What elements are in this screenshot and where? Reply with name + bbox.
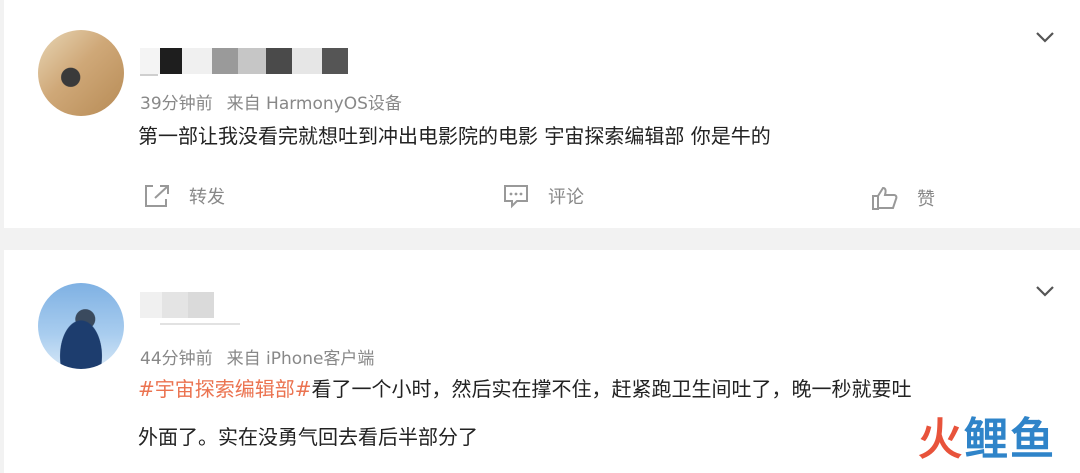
like-label: 赞 bbox=[917, 189, 935, 210]
like-button[interactable]: 赞 bbox=[871, 185, 935, 211]
chevron-down-icon[interactable] bbox=[1034, 280, 1056, 302]
comment-text: #宇宙探索编辑部#看了一个小时，然后实在撑不住，赶紧跑卫生间吐了，晚一秒就要吐 … bbox=[138, 365, 912, 461]
username-underline bbox=[140, 74, 158, 76]
repost-label: 转发 bbox=[189, 187, 225, 208]
comment-text-body: 第一部让我没看完就想吐到冲出电影院的电影 宇宙探索编辑部 你是牛的 bbox=[138, 124, 771, 148]
comment-text-line1: 看了一个小时，然后实在撑不住，赶紧跑卫生间吐了，晚一秒就要吐 bbox=[311, 377, 912, 401]
username-underline bbox=[160, 323, 240, 325]
avatar[interactable] bbox=[38, 283, 124, 369]
comment-text: 第一部让我没看完就想吐到冲出电影院的电影 宇宙探索编辑部 你是牛的 bbox=[138, 112, 771, 160]
topic-link[interactable]: #宇宙探索编辑部# bbox=[138, 377, 312, 401]
chevron-down-icon[interactable] bbox=[1034, 26, 1056, 48]
comment-text-line2: 外面了。实在没勇气回去看后半部分了 bbox=[138, 425, 478, 449]
watermark-part1: 火 bbox=[918, 414, 964, 465]
username-mosaic[interactable] bbox=[140, 292, 214, 318]
comment-icon bbox=[504, 185, 528, 209]
repost-icon bbox=[145, 185, 169, 207]
watermark-logo: 火鲤鱼 bbox=[918, 403, 1056, 467]
avatar[interactable] bbox=[38, 30, 124, 116]
comment-meta: 39分钟前 来自 HarmonyOS设备 bbox=[140, 89, 402, 114]
comment-button[interactable]: 评论 bbox=[502, 183, 584, 209]
comment-source: 来自 HarmonyOS设备 bbox=[226, 94, 402, 114]
watermark-part2: 鲤鱼 bbox=[964, 414, 1056, 465]
username-mosaic[interactable] bbox=[140, 48, 348, 74]
like-icon bbox=[872, 186, 898, 210]
repost-button[interactable]: 转发 bbox=[143, 183, 225, 209]
comment-time: 39分钟前 bbox=[140, 94, 213, 114]
comment-label: 评论 bbox=[548, 187, 584, 208]
